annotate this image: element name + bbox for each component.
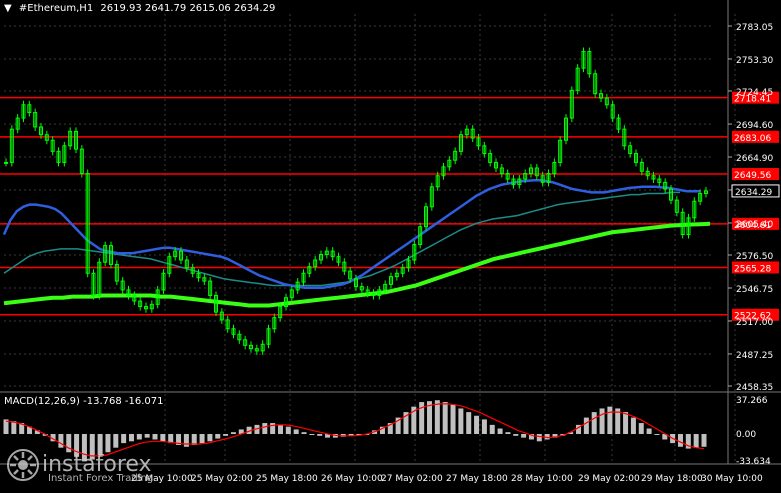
macd-bar-38 [301, 432, 307, 434]
macd-bar-56 [442, 402, 448, 434]
macd-bar-76 [599, 408, 605, 434]
price-chart: 2718.412683.062649.562604.612565.282522.… [0, 0, 781, 489]
macd-bar-33 [262, 423, 268, 434]
level-label-4: 2565.28 [734, 264, 771, 274]
macd-bar-57 [450, 404, 456, 434]
macd-bar-28 [223, 434, 229, 436]
macd-bar-88 [693, 434, 699, 448]
time-tick-2: 25 May 18:00 [256, 474, 318, 484]
time-axis: 25 May 10:0025 May 02:00 25 May 18:00 26 M… [131, 474, 763, 484]
macd-bar-39 [309, 434, 315, 435]
time-tick-5: 27 May 18:00 [446, 474, 508, 484]
price-tick-0: 2783.05 [736, 23, 773, 33]
dropdown-arrow-icon[interactable]: ▼ [4, 3, 12, 14]
macd-bar-14 [113, 434, 119, 448]
macd-bar-36 [285, 426, 291, 434]
symbol-timeframe: #Ethereum,H1 [18, 3, 94, 14]
macd-bar-16 [128, 434, 134, 442]
macd-bar-63 [497, 428, 503, 434]
macd-header: MACD(12,26,9) -13.768 -16.071 [4, 396, 164, 407]
logo-tagline: Instant Forex Trading [48, 473, 154, 484]
macd-bar-74 [583, 417, 589, 434]
macd-bar-13 [105, 434, 111, 453]
price-tick-8: 2546.75 [736, 285, 773, 295]
macd-bar-19 [152, 434, 158, 440]
time-tick-4: 27 May 02:00 [381, 474, 443, 484]
price-tick-9: 2517.00 [736, 318, 773, 328]
macd-bar-29 [230, 432, 236, 434]
macd-bar-80 [630, 417, 636, 434]
macd-bar-20 [160, 434, 166, 442]
price-tick-6: 2605.40 [736, 220, 773, 230]
macd-bar-79 [623, 412, 629, 434]
macd-bar-83 [654, 434, 660, 435]
macd-bar-40 [317, 434, 323, 436]
macd-bar-24 [191, 434, 197, 445]
chart-header: ▼ #Ethereum,H1 2619.93 2641.79 2615.06 2… [4, 3, 279, 14]
macd-bar-89 [701, 434, 707, 447]
current-price-label: 2634.29 [735, 188, 772, 198]
macd-bar-81 [638, 423, 644, 434]
macd-bar-18 [144, 434, 150, 438]
price-tick-4: 2664.90 [736, 154, 773, 164]
macd-bar-15 [121, 434, 127, 444]
macd-axis-label-1: 0.00 [736, 430, 756, 440]
macd-bar-26 [207, 434, 213, 442]
macd-axis-label-0: 37.266 [736, 396, 768, 406]
price-tick-2: 2724.45 [736, 88, 773, 98]
time-tick-3: 26 May 10:00 [321, 474, 383, 484]
time-tick-8: 29 May 18:00 [641, 474, 703, 484]
macd-axis-label-2: -33.634 [736, 457, 771, 467]
macd-bar-86 [677, 434, 683, 447]
time-tick-1: 25 May 02:00 [191, 474, 253, 484]
ohlc-values: 2619.93 2641.79 2615.06 2634.29 [100, 3, 276, 14]
macd-bar-62 [489, 424, 495, 434]
price-tick-11: 2458.35 [736, 383, 773, 393]
price-bar-0 [4, 161, 8, 164]
chart-root: 2718.41 2683.06 2649.56 2604.61 2565.28 2522.… [0, 0, 781, 489]
price-tick-10: 2487.25 [736, 351, 773, 361]
macd-bar-25 [199, 434, 205, 444]
macd-bar-75 [591, 412, 597, 434]
macd-bar-68 [536, 434, 542, 442]
macd-bar-59 [466, 412, 472, 434]
price-tick-3: 2694.60 [736, 121, 773, 131]
macd-bar-64 [505, 432, 511, 434]
macd-bar-60 [474, 415, 480, 434]
time-tick-9: 30 May 10:00 [701, 474, 763, 484]
macd-bar-66 [521, 434, 527, 438]
macd-bar-37 [293, 429, 299, 434]
price-tick-1: 2753.30 [736, 56, 773, 66]
macd-bar-58 [458, 408, 464, 434]
macd-bar-61 [481, 419, 487, 434]
macd-bar-17 [136, 434, 142, 440]
macd-bar-27 [215, 434, 221, 439]
price-tick-7: 2576.50 [736, 252, 773, 262]
macd-bar-82 [646, 428, 652, 434]
instaforex-logo-icon [6, 448, 40, 486]
time-tick-7: 29 May 02:00 [578, 474, 640, 484]
macd-bar-77 [607, 406, 613, 434]
macd-bar-35 [277, 424, 283, 434]
macd-bar-55 [434, 400, 440, 434]
macd-bar-23 [183, 434, 189, 447]
time-tick-6: 28 May 10:00 [511, 474, 573, 484]
macd-bar-65 [513, 434, 519, 436]
level-label-1: 2683.06 [734, 134, 771, 144]
macd-bar-7 [58, 434, 64, 448]
level-label-2: 2649.56 [734, 171, 771, 181]
